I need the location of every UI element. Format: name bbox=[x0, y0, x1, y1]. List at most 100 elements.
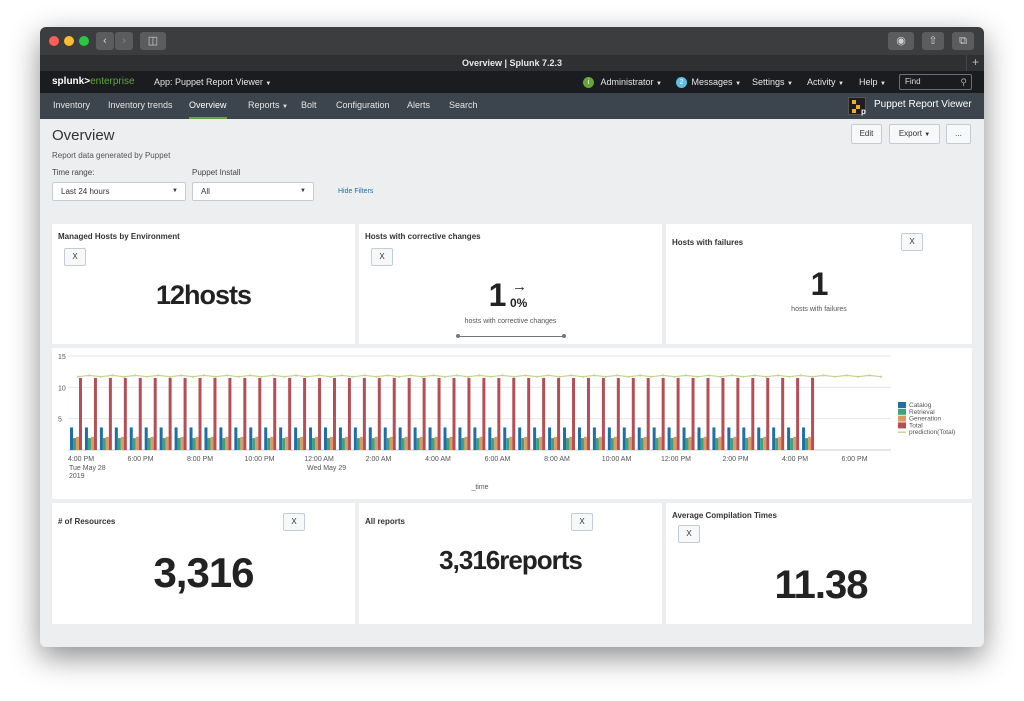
bar-generation bbox=[105, 436, 109, 450]
prediction-point bbox=[788, 375, 791, 378]
edit-button[interactable]: Edit bbox=[851, 124, 882, 144]
nav-reports[interactable]: Reports ▼ bbox=[248, 93, 288, 119]
logo-splunk-text: splunk> bbox=[52, 76, 91, 87]
bar-generation bbox=[404, 436, 408, 450]
x-tick-sublabel: Wed May 29 bbox=[307, 465, 346, 472]
puppet-install-dropdown[interactable]: All ▼ bbox=[192, 182, 314, 201]
bar-catalog bbox=[682, 427, 686, 450]
activity-menu[interactable]: Activity ▼ bbox=[807, 71, 844, 95]
hide-filters-link[interactable]: Hide Filters bbox=[338, 188, 373, 195]
forward-button[interactable]: › bbox=[115, 32, 133, 50]
bar-total bbox=[422, 377, 426, 450]
browser-titlebar: ‹ › ◫ ◉ ⇧ ⧉ Overview | Splunk 7.2.3 + bbox=[40, 27, 984, 71]
sidebar-toggle-icon[interactable]: ◫ bbox=[140, 32, 166, 50]
close-panel-button[interactable]: X bbox=[571, 513, 593, 531]
bar-total bbox=[437, 377, 441, 450]
svg-text:p: p bbox=[861, 107, 866, 116]
close-panel-button[interactable]: X bbox=[64, 248, 86, 266]
bar-total bbox=[183, 377, 187, 450]
bar-catalog bbox=[189, 427, 193, 450]
bar-retrieval bbox=[655, 438, 659, 450]
bar-catalog bbox=[129, 427, 133, 450]
bar-generation bbox=[180, 436, 184, 450]
app-menu[interactable]: App: Puppet Report Viewer ▼ bbox=[154, 71, 271, 95]
managed-hosts-value: 12hosts bbox=[155, 280, 252, 310]
sparkline bbox=[457, 336, 564, 337]
close-panel-button[interactable]: X bbox=[678, 525, 700, 543]
bar-retrieval bbox=[416, 438, 420, 450]
prediction-point bbox=[283, 375, 286, 378]
prediction-point bbox=[811, 375, 814, 378]
prediction-point bbox=[88, 374, 91, 377]
new-tab-button[interactable]: + bbox=[966, 55, 984, 71]
bar-catalog bbox=[353, 427, 357, 450]
bar-catalog bbox=[309, 427, 313, 450]
more-actions-button[interactable]: ... bbox=[946, 124, 971, 144]
bar-generation bbox=[434, 436, 438, 450]
splunk-top-bar: splunk>enterprise App: Puppet Report Vie… bbox=[40, 71, 984, 93]
bar-retrieval bbox=[132, 438, 136, 450]
share-icon[interactable]: ⇧ bbox=[922, 32, 944, 50]
nav-search[interactable]: Search bbox=[449, 93, 478, 117]
help-menu[interactable]: Help ▼ bbox=[859, 71, 886, 95]
bar-generation bbox=[569, 436, 573, 450]
bar-generation bbox=[210, 436, 214, 450]
bar-retrieval bbox=[102, 438, 106, 450]
tab-title[interactable]: Overview | Splunk 7.2.3 bbox=[40, 55, 984, 71]
find-input[interactable]: Find ⚲ bbox=[899, 74, 972, 90]
minimize-window-button[interactable] bbox=[64, 36, 74, 46]
zoom-window-button[interactable] bbox=[79, 36, 89, 46]
privacy-icon[interactable]: ◉ bbox=[888, 32, 914, 50]
bar-retrieval bbox=[267, 438, 271, 450]
bar-generation bbox=[748, 436, 752, 450]
prediction-point bbox=[76, 375, 80, 378]
resources-panel: # of Resources X 3,316 bbox=[52, 503, 355, 624]
bar-catalog bbox=[174, 427, 178, 450]
nav-inventory[interactable]: Inventory bbox=[53, 93, 90, 117]
y-tick-label: 5 bbox=[58, 417, 62, 424]
chevron-down-icon: ▼ bbox=[735, 81, 742, 87]
nav-reports-label: Reports bbox=[248, 100, 280, 110]
administrator-menu[interactable]: i Administrator ▼ bbox=[583, 71, 662, 95]
nav-bolt[interactable]: Bolt bbox=[301, 93, 317, 117]
bar-total bbox=[676, 377, 680, 450]
admin-status-icon: i bbox=[583, 77, 594, 89]
prediction-point bbox=[99, 375, 102, 378]
back-button[interactable]: ‹ bbox=[96, 32, 114, 50]
bar-generation bbox=[524, 436, 528, 450]
bar-catalog bbox=[802, 427, 806, 450]
settings-menu[interactable]: Settings ▼ bbox=[752, 71, 793, 95]
close-window-button[interactable] bbox=[49, 36, 59, 46]
close-panel-button[interactable]: X bbox=[371, 248, 393, 266]
nav-overview[interactable]: Overview bbox=[189, 93, 227, 119]
nav-alerts[interactable]: Alerts bbox=[407, 93, 430, 117]
bar-generation bbox=[539, 436, 543, 450]
bar-retrieval bbox=[745, 438, 749, 450]
tabs-overview-icon[interactable]: ⧉ bbox=[952, 32, 974, 50]
time-range-dropdown[interactable]: Last 24 hours ▼ bbox=[52, 182, 186, 201]
bar-generation bbox=[225, 436, 229, 450]
bar-catalog bbox=[607, 427, 611, 450]
messages-menu[interactable]: 2 Messages ▼ bbox=[676, 71, 741, 95]
bar-retrieval bbox=[371, 438, 375, 450]
bar-generation bbox=[733, 436, 737, 450]
prediction-point bbox=[581, 375, 584, 378]
puppet-install-label: Puppet Install bbox=[192, 168, 241, 177]
bar-generation bbox=[165, 436, 169, 450]
bar-catalog bbox=[249, 427, 253, 450]
nav-inventory-trends[interactable]: Inventory trends bbox=[108, 93, 173, 117]
export-button[interactable]: Export ▼ bbox=[889, 124, 940, 144]
legend-swatch bbox=[898, 408, 906, 415]
prediction-point bbox=[535, 375, 538, 378]
close-panel-button[interactable]: X bbox=[283, 513, 305, 531]
bar-total bbox=[527, 377, 531, 450]
chevron-down-icon: ▼ bbox=[172, 188, 178, 194]
nav-configuration[interactable]: Configuration bbox=[336, 93, 390, 117]
chevron-down-icon: ▼ bbox=[787, 81, 793, 87]
bar-total bbox=[377, 377, 381, 450]
splunk-logo[interactable]: splunk>enterprise bbox=[52, 71, 135, 93]
close-panel-button[interactable]: X bbox=[901, 233, 923, 251]
corrective-changes-caption: hosts with corrective changes bbox=[464, 318, 557, 325]
chevron-down-icon: ▼ bbox=[656, 81, 662, 87]
browser-window: ‹ › ◫ ◉ ⇧ ⧉ Overview | Splunk 7.2.3 + sp… bbox=[40, 27, 984, 647]
